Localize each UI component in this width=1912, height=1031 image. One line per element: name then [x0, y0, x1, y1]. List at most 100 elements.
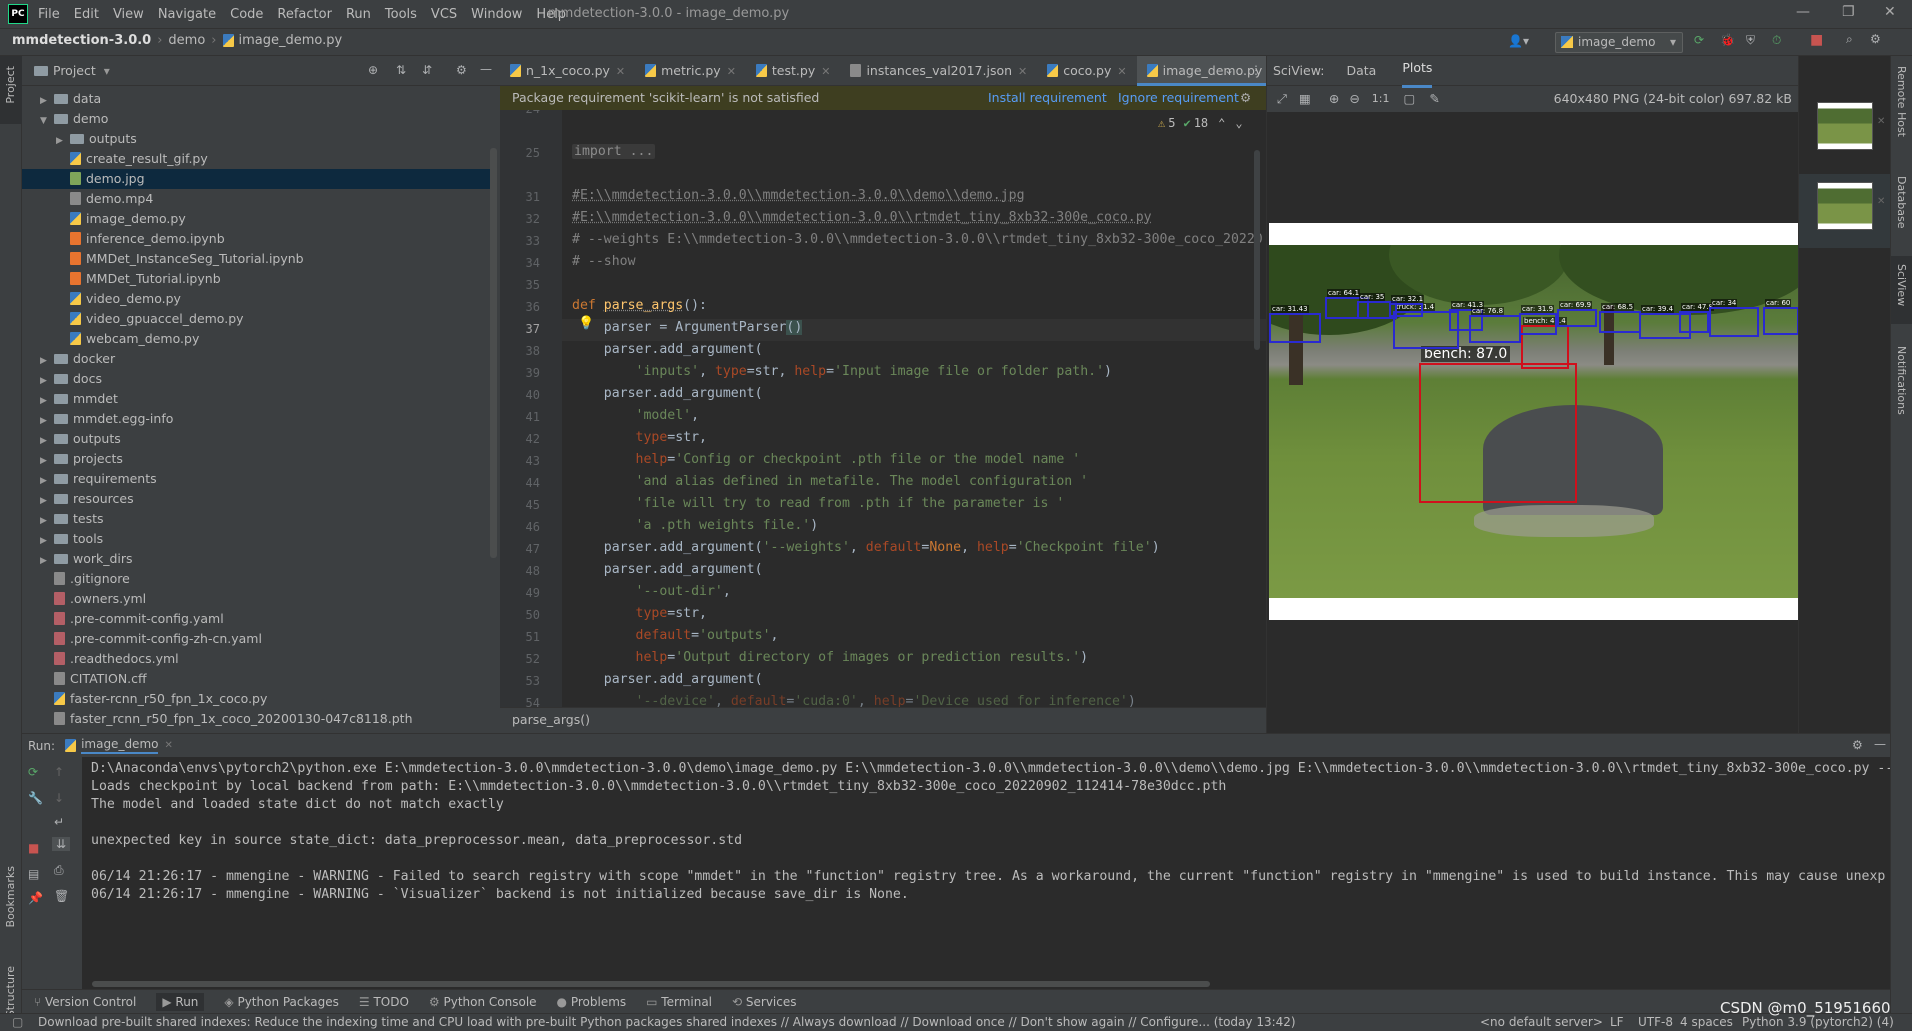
zoom-out-icon[interactable]: ⊖: [1349, 86, 1359, 112]
menu-item-refactor[interactable]: Refactor: [277, 7, 332, 22]
tree-item[interactable]: ▼ demo: [22, 109, 492, 129]
line-separator[interactable]: LF: [1610, 1014, 1624, 1031]
menu-item-vcs[interactable]: VCS: [431, 7, 457, 22]
tab-plots[interactable]: Plots: [1402, 53, 1433, 88]
tree-item[interactable]: image_demo.py: [22, 209, 492, 229]
tree-item[interactable]: faster-rcnn_r50_fpn_1x_coco.py: [22, 689, 492, 709]
editor-tab[interactable]: coco.py ✕: [1037, 56, 1136, 86]
chevron-right-icon[interactable]: ▶: [40, 511, 54, 531]
tree-item[interactable]: ▶ work_dirs: [22, 549, 492, 569]
status-message[interactable]: Download pre-built shared indexes: Reduc…: [38, 1014, 1296, 1031]
console-horizontal-scrollbar[interactable]: [92, 981, 1210, 987]
settings-icon[interactable]: ⚙: [1870, 32, 1881, 46]
chevron-right-icon[interactable]: ▶: [40, 431, 54, 451]
breadcrumb-folder[interactable]: demo: [168, 33, 205, 48]
editor-breadcrumb[interactable]: parse_args(): [500, 707, 1266, 733]
remote-host-tool-label[interactable]: Remote Host: [1895, 66, 1908, 137]
tree-item[interactable]: .readthedocs.yml: [22, 649, 492, 669]
menu-item-tools[interactable]: Tools: [385, 7, 417, 22]
project-tool-label[interactable]: Project: [4, 66, 17, 104]
chevron-right-icon[interactable]: ▶: [40, 91, 54, 111]
run-tab-image-demo[interactable]: image_demo: [81, 737, 159, 754]
close-icon[interactable]: ✕: [164, 740, 172, 751]
menu-item-navigate[interactable]: Navigate: [158, 7, 216, 22]
soft-wrap-icon[interactable]: ↵: [54, 815, 64, 829]
profile-icon[interactable]: ⏱: [1772, 33, 1781, 48]
editor-scrollbar[interactable]: [1254, 150, 1260, 350]
fit-to-window-icon[interactable]: ⤢: [1277, 86, 1287, 112]
tree-item[interactable]: inference_demo.ipynb: [22, 229, 492, 249]
breadcrumb-file[interactable]: image_demo.py: [239, 33, 343, 48]
run-console-output[interactable]: D:\Anaconda\envs\pytorch2\python.exe E:\…: [82, 757, 1890, 989]
tree-item[interactable]: video_gpuaccel_demo.py: [22, 309, 492, 329]
close-tab-icon[interactable]: ✕: [1018, 65, 1027, 78]
tree-item[interactable]: create_result_gif.py: [22, 149, 492, 169]
ignore-requirement-link[interactable]: Ignore requirement: [1118, 86, 1239, 110]
chevron-right-icon[interactable]: ▶: [40, 491, 54, 511]
hide-panel-icon[interactable]: —: [480, 62, 492, 76]
rerun-icon[interactable]: ⟳: [1694, 33, 1704, 47]
tree-item[interactable]: ▶ outputs: [22, 129, 492, 149]
print-icon[interactable]: ⎙: [54, 863, 64, 878]
wrench-icon[interactable]: 🔧: [28, 791, 43, 805]
user-icon[interactable]: 👤▾: [1508, 34, 1529, 48]
tree-item[interactable]: demo.mp4: [22, 189, 492, 209]
menu-item-window[interactable]: Window: [471, 7, 522, 22]
gear-icon[interactable]: ⚙: [1240, 86, 1251, 110]
scroll-to-end-icon[interactable]: ⇊: [52, 837, 70, 851]
menu-item-view[interactable]: View: [113, 7, 144, 22]
menu-item-edit[interactable]: Edit: [74, 7, 99, 22]
tree-item[interactable]: faster_rcnn_r50_fpn_1x_coco_20200130-047…: [22, 709, 492, 729]
chevron-right-icon[interactable]: ▶: [40, 351, 54, 371]
tree-item[interactable]: MMDet_InstanceSeg_Tutorial.ipynb: [22, 249, 492, 269]
trash-icon[interactable]: 🗑: [54, 889, 69, 903]
close-icon[interactable]: ✕: [1877, 196, 1885, 207]
tree-item[interactable]: ▶ tools: [22, 529, 492, 549]
locate-icon[interactable]: ⊕: [368, 63, 378, 77]
tool-tab-version-control[interactable]: ⑂ Version Control: [34, 995, 136, 1009]
tree-item[interactable]: .pre-commit-config.yaml: [22, 609, 492, 629]
sciview-tool-label[interactable]: SciView: [1895, 264, 1908, 306]
tool-tab-todo[interactable]: ☰ TODO: [359, 995, 409, 1009]
tree-item[interactable]: .owners.yml: [22, 589, 492, 609]
menu-item-code[interactable]: Code: [230, 7, 263, 22]
editor-tab[interactable]: metric.py ✕: [635, 56, 746, 86]
tree-item[interactable]: ▶ tests: [22, 509, 492, 529]
tool-tab-python-packages[interactable]: ◈ Python Packages: [224, 995, 338, 1009]
chevron-down-icon[interactable]: ▾: [104, 64, 110, 78]
close-window-icon[interactable]: ✕: [1884, 4, 1896, 20]
tree-item[interactable]: MMDet_Tutorial.ipynb: [22, 269, 492, 289]
tree-item[interactable]: .pre-commit-config-zh-cn.yaml: [22, 629, 492, 649]
tree-item[interactable]: ▶ mmdet: [22, 389, 492, 409]
chevron-right-icon[interactable]: ▶: [56, 131, 70, 151]
editor-tab[interactable]: n_1x_coco.py ✕: [500, 56, 635, 86]
tree-item[interactable]: ▶ projects: [22, 449, 492, 469]
coverage-icon[interactable]: ⛨: [1746, 33, 1755, 48]
breadcrumb-project[interactable]: mmdetection-3.0.0: [12, 33, 151, 48]
chevron-right-icon[interactable]: ▶: [40, 391, 54, 411]
tree-item[interactable]: video_demo.py: [22, 289, 492, 309]
tree-item[interactable]: ▶ resources: [22, 489, 492, 509]
rerun-icon[interactable]: ⟳: [28, 765, 38, 779]
chevron-right-icon[interactable]: ▶: [40, 371, 54, 391]
editor-tab[interactable]: image_demo.py✕: [1136, 55, 1288, 86]
close-tab-icon[interactable]: ✕: [1117, 65, 1126, 78]
menu-item-run[interactable]: Run: [346, 7, 371, 22]
tree-item[interactable]: demo.jpg: [22, 169, 492, 189]
tree-item[interactable]: .gitignore: [22, 569, 492, 589]
stop-icon[interactable]: ■: [28, 841, 39, 855]
chevron-right-icon[interactable]: ▶: [40, 551, 54, 571]
tree-item[interactable]: CITATION.cff: [22, 669, 492, 689]
up-arrow-icon[interactable]: ↑: [54, 765, 64, 779]
tree-item[interactable]: ▶ docker: [22, 349, 492, 369]
zoom-in-icon[interactable]: ⊕: [1329, 86, 1339, 112]
install-requirement-link[interactable]: Install requirement: [988, 86, 1107, 110]
server-indicator[interactable]: <no default server>: [1480, 1014, 1603, 1031]
tree-item[interactable]: ▶ docs: [22, 369, 492, 389]
search-icon[interactable]: ⌕: [1846, 32, 1853, 47]
notifications-tool-label[interactable]: Notifications: [1895, 346, 1908, 415]
inspection-widget[interactable]: ⚠ 5 ✔ 18 ⌃ ⌄: [1158, 116, 1243, 130]
close-tab-icon[interactable]: ✕: [727, 65, 736, 78]
run-configuration-select[interactable]: image_demo ▾: [1555, 32, 1683, 53]
hide-panel-icon[interactable]: —: [1874, 737, 1886, 751]
